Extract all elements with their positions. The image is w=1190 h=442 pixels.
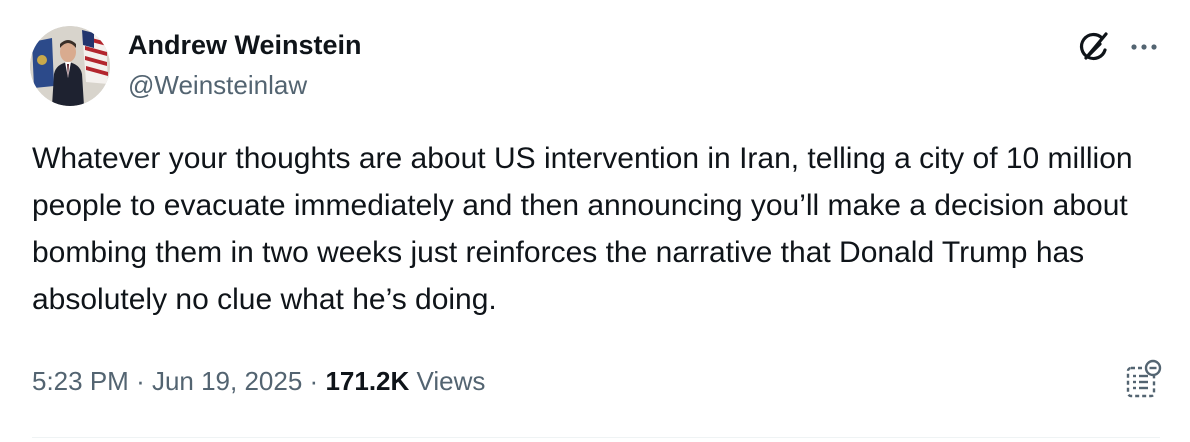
meta-separator-2: · xyxy=(309,366,326,396)
summary-icon[interactable] xyxy=(1122,358,1164,400)
meta-separator: · xyxy=(136,366,152,396)
tweet-text: Whatever your thoughts are about US inte… xyxy=(32,142,1141,316)
summary-icon-glyph xyxy=(1126,359,1162,398)
author-handle[interactable]: @Weinsteinlaw xyxy=(128,68,362,102)
tweet-date[interactable]: Jun 19, 2025 xyxy=(152,366,302,396)
grok-icon[interactable] xyxy=(1074,28,1114,68)
tweet-time[interactable]: 5:23 PM xyxy=(32,366,129,396)
grok-icon-glyph xyxy=(1079,32,1108,61)
more-icon[interactable] xyxy=(1124,32,1164,62)
more-icon-glyph xyxy=(1131,44,1157,50)
author-display-name[interactable]: Andrew Weinstein xyxy=(128,28,362,62)
divider xyxy=(32,437,1160,438)
views-label: Views xyxy=(416,366,486,396)
avatar-image xyxy=(30,26,110,106)
views-count: 171.2K xyxy=(325,366,417,396)
avatar[interactable] xyxy=(30,26,110,106)
tweet-card: Andrew Weinstein @Weinsteinlaw Whatever … xyxy=(0,0,1190,442)
author-block: Andrew Weinstein @Weinsteinlaw xyxy=(128,28,362,102)
tweet-meta: 5:23 PM · Jun 19, 2025 · 171.2K Views xyxy=(32,362,485,400)
